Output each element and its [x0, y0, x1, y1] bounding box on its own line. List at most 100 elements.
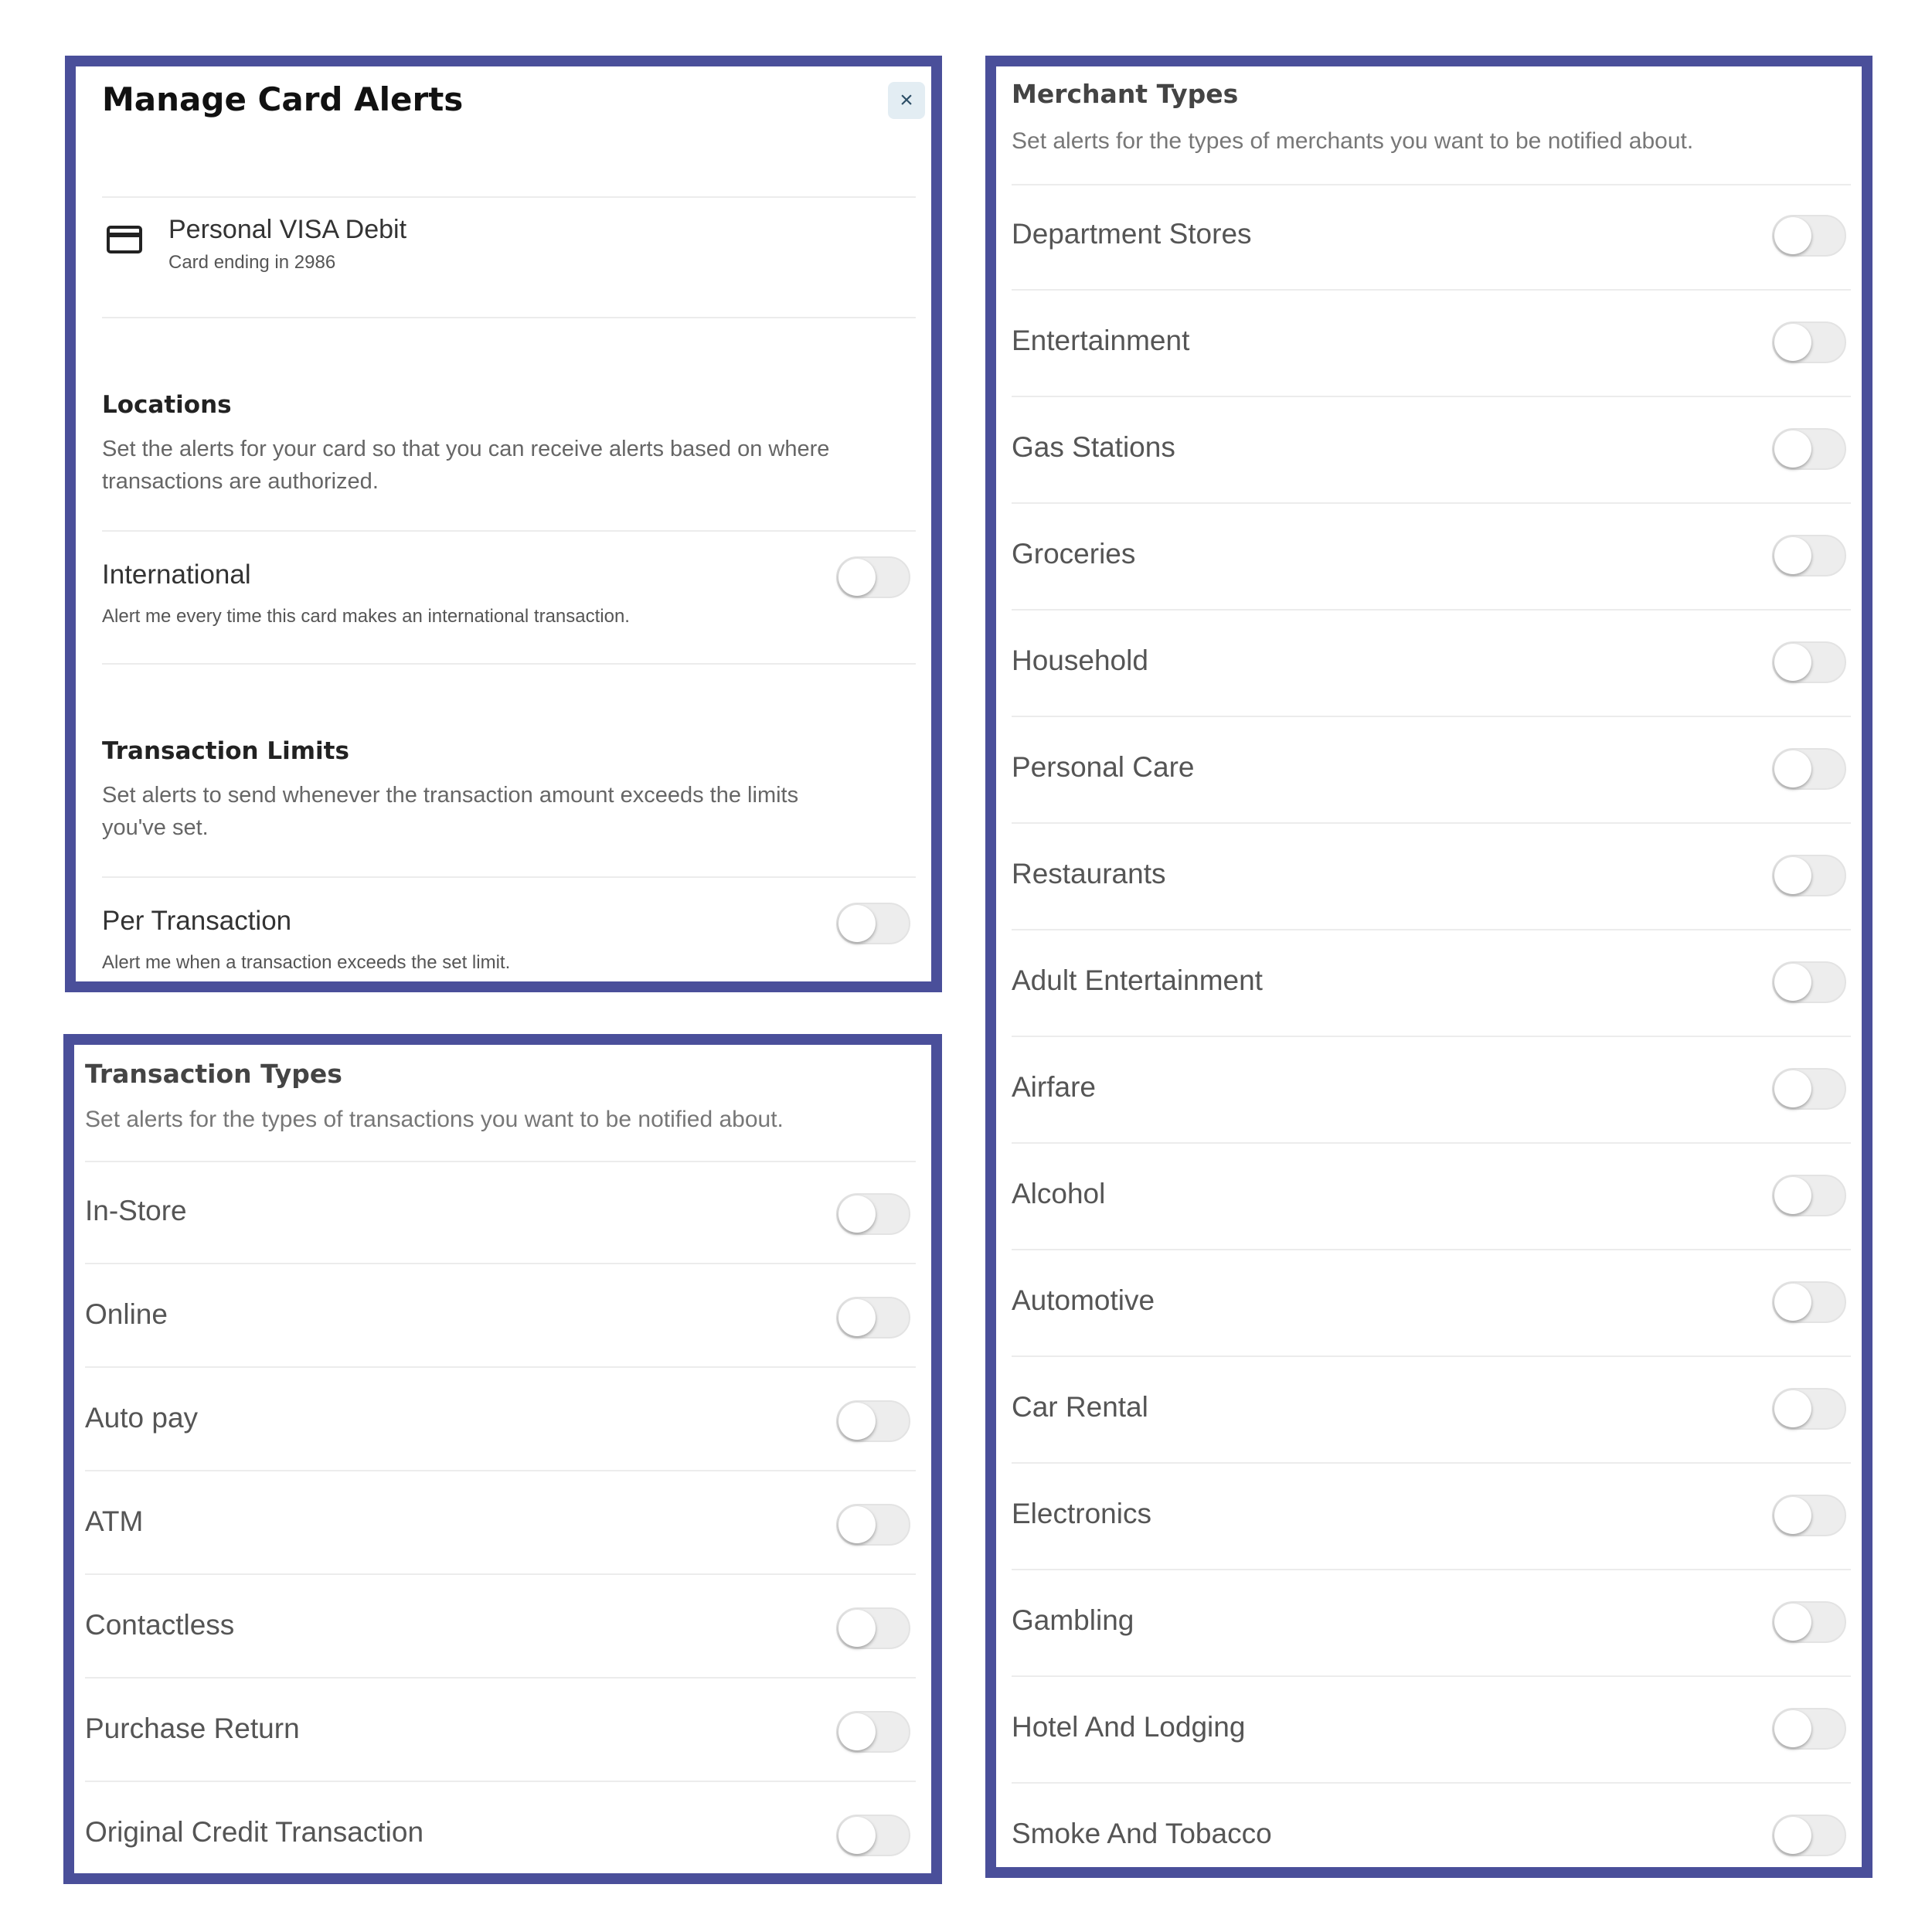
- toggle-knob: [838, 559, 876, 596]
- row-label-department-stores: Department Stores: [1012, 218, 1252, 250]
- divider: [1012, 1782, 1851, 1784]
- section-desc-locations: Set the alerts for your card so that you…: [102, 433, 829, 498]
- credit-card-icon: [107, 226, 142, 253]
- row-label-online: Online: [85, 1298, 168, 1330]
- divider: [102, 530, 916, 532]
- item-per-transaction-label: Per Transaction: [102, 906, 292, 936]
- divider: [1012, 716, 1851, 717]
- divider: [1012, 289, 1851, 291]
- toggle-smoke-and-tobacco[interactable]: [1772, 1815, 1846, 1856]
- toggle-auto-pay[interactable]: [836, 1400, 910, 1442]
- toggle-airfare[interactable]: [1772, 1068, 1846, 1110]
- toggle-adult-entertainment[interactable]: [1772, 961, 1846, 1003]
- row-label-purchase-return: Purchase Return: [85, 1713, 300, 1744]
- toggle-in-store[interactable]: [836, 1193, 910, 1235]
- section-desc-line: Set the alerts for your card so that you…: [102, 437, 830, 461]
- modal-title: Manage Card Alerts: [102, 80, 464, 118]
- divider: [102, 196, 916, 198]
- toggle-knob: [1774, 1497, 1811, 1534]
- row-label-airfare: Airfare: [1012, 1071, 1096, 1103]
- toggle-hotel-and-lodging[interactable]: [1772, 1708, 1846, 1750]
- toggle-gambling[interactable]: [1772, 1601, 1846, 1643]
- divider: [1012, 1675, 1851, 1677]
- divider: [85, 1366, 916, 1368]
- divider: [1012, 929, 1851, 930]
- row-label-personal-care: Personal Care: [1012, 751, 1195, 783]
- section-title-locations: Locations: [102, 391, 232, 419]
- row-label-smoke-and-tobacco: Smoke And Tobacco: [1012, 1818, 1272, 1849]
- toggle-knob: [1774, 1284, 1811, 1321]
- toggle-groceries[interactable]: [1772, 535, 1846, 577]
- item-international-subtitle: Alert me every time this card makes an i…: [102, 606, 630, 627]
- row-label-atm: ATM: [85, 1505, 144, 1537]
- toggle-international[interactable]: [836, 556, 910, 598]
- toggle-knob: [838, 1817, 876, 1854]
- row-label-restaurants: Restaurants: [1012, 858, 1166, 889]
- toggle-electronics[interactable]: [1772, 1495, 1846, 1536]
- toggle-knob: [1774, 750, 1811, 787]
- row-label-in-store: In-Store: [85, 1195, 187, 1226]
- divider: [1012, 396, 1851, 397]
- transaction-types-panel: Transaction Types Set alerts for the typ…: [63, 1034, 942, 1884]
- toggle-contactless[interactable]: [836, 1607, 910, 1649]
- divider: [85, 1161, 916, 1162]
- row-label-hotel-and-lodging: Hotel And Lodging: [1012, 1711, 1246, 1743]
- toggle-knob: [1774, 1604, 1811, 1641]
- toggle-knob: [1774, 217, 1811, 254]
- toggle-atm[interactable]: [836, 1504, 910, 1546]
- toggle-knob: [1774, 1390, 1811, 1427]
- row-label-adult-entertainment: Adult Entertainment: [1012, 964, 1263, 996]
- section-desc-transaction-limits: Set alerts to send whenever the transact…: [102, 779, 798, 844]
- toggle-knob: [1774, 430, 1811, 468]
- row-label-gas-stations: Gas Stations: [1012, 431, 1175, 463]
- toggle-knob: [838, 1610, 876, 1647]
- row-label-alcohol: Alcohol: [1012, 1178, 1106, 1209]
- toggle-personal-care[interactable]: [1772, 748, 1846, 790]
- row-label-automotive: Automotive: [1012, 1284, 1155, 1316]
- toggle-purchase-return[interactable]: [836, 1711, 910, 1753]
- row-label-entertainment: Entertainment: [1012, 325, 1190, 356]
- toggle-automotive[interactable]: [1772, 1281, 1846, 1323]
- row-label-electronics: Electronics: [1012, 1498, 1151, 1529]
- toggle-restaurants[interactable]: [1772, 855, 1846, 896]
- toggle-knob: [1774, 1177, 1811, 1214]
- divider: [102, 876, 916, 878]
- toggle-online[interactable]: [836, 1297, 910, 1338]
- section-title-transaction-limits: Transaction Limits: [102, 737, 349, 765]
- divider: [102, 663, 916, 665]
- toggle-car-rental[interactable]: [1772, 1388, 1846, 1430]
- toggle-gas-stations[interactable]: [1772, 428, 1846, 470]
- toggle-original-credit-transaction[interactable]: [836, 1815, 910, 1856]
- card-alerts-panel: Manage Card Alerts × Personal VISA Debit…: [65, 56, 942, 992]
- merchant-types-description: Set alerts for the types of merchants yo…: [1012, 128, 1694, 154]
- toggle-per-transaction[interactable]: [836, 903, 910, 944]
- card-name: Personal VISA Debit: [168, 215, 407, 244]
- close-icon: ×: [900, 87, 913, 113]
- section-desc-line: Set alerts to send whenever the transact…: [102, 783, 799, 808]
- toggle-knob: [1774, 857, 1811, 894]
- toggle-knob: [1774, 1070, 1811, 1107]
- divider: [85, 1470, 916, 1471]
- divider: [102, 317, 916, 318]
- transaction-types-description: Set alerts for the types of transactions…: [85, 1107, 784, 1132]
- toggle-household[interactable]: [1772, 641, 1846, 683]
- item-per-transaction-subtitle: Alert me when a transaction exceeds the …: [102, 952, 511, 973]
- toggle-entertainment[interactable]: [1772, 321, 1846, 363]
- toggle-knob: [838, 1196, 876, 1233]
- row-label-auto-pay: Auto pay: [85, 1402, 199, 1434]
- section-desc-line: you've set.: [102, 815, 209, 840]
- divider: [1012, 1036, 1851, 1037]
- divider: [1012, 609, 1851, 611]
- item-international-label: International: [102, 560, 251, 590]
- toggle-alcohol[interactable]: [1772, 1175, 1846, 1216]
- toggle-department-stores[interactable]: [1772, 215, 1846, 257]
- transaction-types-title: Transaction Types: [85, 1059, 342, 1089]
- toggle-knob: [838, 1713, 876, 1750]
- divider: [1012, 1569, 1851, 1570]
- close-button[interactable]: ×: [888, 82, 925, 119]
- section-desc-line: transactions are authorized.: [102, 469, 379, 494]
- divider: [85, 1781, 916, 1782]
- toggle-knob: [1774, 1710, 1811, 1747]
- toggle-knob: [1774, 964, 1811, 1001]
- toggle-knob: [838, 1403, 876, 1440]
